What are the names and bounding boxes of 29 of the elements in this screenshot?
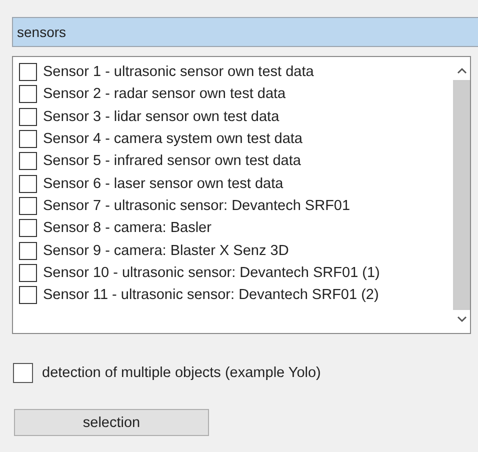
checkbox[interactable] [19,242,37,260]
checkbox[interactable] [19,108,37,126]
checkbox[interactable] [19,130,37,148]
checkbox[interactable] [19,286,37,304]
scrollbar-thumb[interactable] [453,80,470,310]
sensor-label[interactable]: Sensor 4 - camera system own test data [43,131,302,148]
option-label[interactable]: detection of multiple objects (example Yolo) [42,365,321,381]
checkbox[interactable] [19,63,37,82]
sensor-label[interactable]: Sensor 8 - camera: Basler [43,220,212,236]
checkbox[interactable] [13,363,33,383]
checkbox[interactable] [19,85,37,104]
sensor-label[interactable]: Sensor 2 - radar sensor own test data [43,86,286,102]
sensor-label[interactable]: Sensor 11 - ultrasonic sensor: Devantech SRF01 (2) [43,287,379,304]
scroll-down-icon[interactable] [456,316,466,323]
sensor-label[interactable]: Sensor 3 - lidar sensor own test data [43,108,280,125]
checkbox[interactable] [19,219,37,238]
sensor-label[interactable]: Sensor 9 - camera: Blaster X Senz 3D [43,242,289,259]
sensor-label[interactable]: Sensor 1 - ultrasonic sensor own test data [43,64,314,80]
checkbox[interactable] [19,152,37,170]
sensor-label[interactable]: Sensor 5 - infrared sensor own test data [43,153,301,170]
checkbox[interactable] [19,196,37,215]
scroll-up-icon[interactable] [456,67,466,74]
checkbox[interactable] [19,264,37,282]
sensor-label[interactable]: Sensor 6 - laser sensor own test data [43,176,284,192]
checkbox[interactable] [19,174,37,193]
header-bar: sensors [12,17,478,47]
sensor-label[interactable]: Sensor 7 - ultrasonic sensor: Devantech SRF01 [43,198,350,214]
sensor-label[interactable]: Sensor 10 - ultrasonic sensor: Devantech SRF01 (1) [43,264,380,281]
selection-button[interactable]: selection [14,409,209,436]
